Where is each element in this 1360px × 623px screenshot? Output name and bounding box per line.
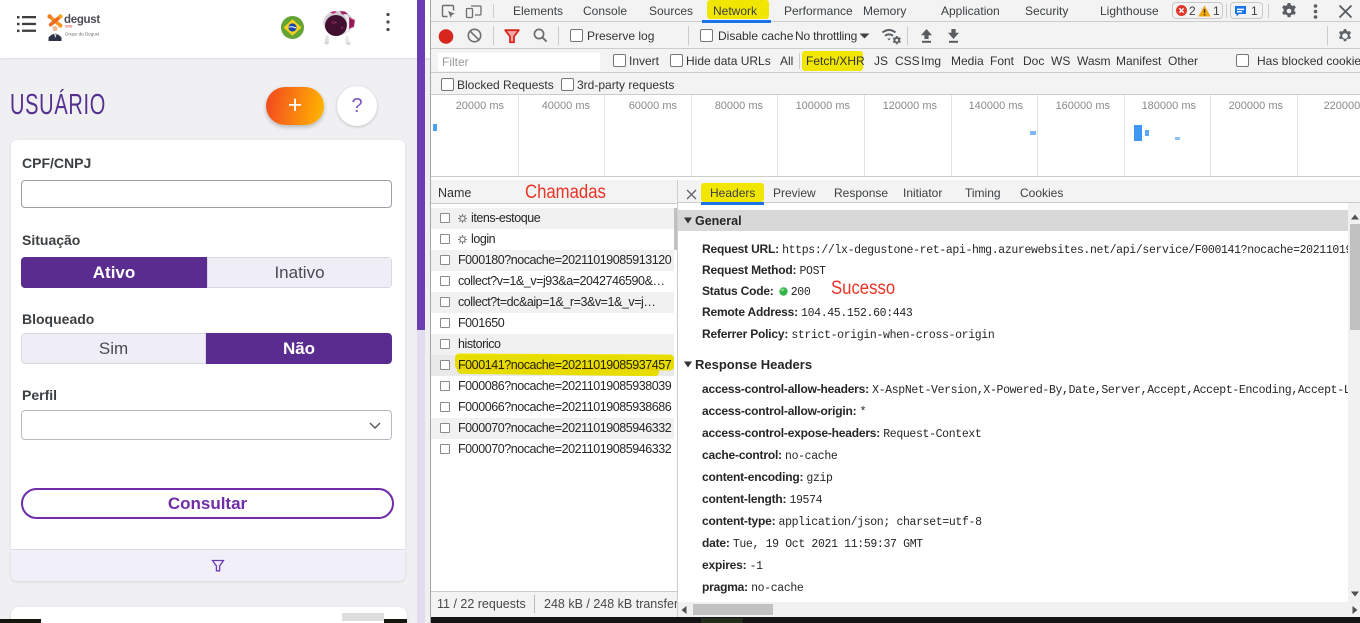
svg-text:Grupo de Degust: Grupo de Degust	[65, 32, 100, 37]
svg-text:one: one	[65, 24, 73, 29]
